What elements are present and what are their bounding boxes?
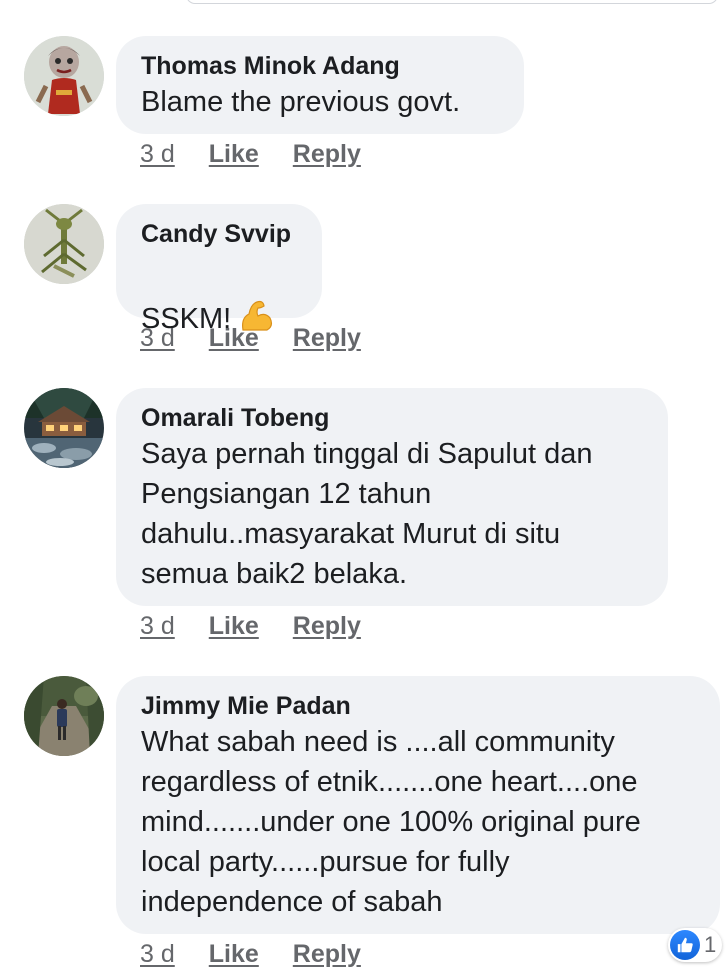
- comment-bubble: Thomas Minok Adang Blame the previous go…: [116, 36, 524, 134]
- comment-bubble: Jimmy Mie Padan What sabah need is ....a…: [116, 676, 720, 934]
- comment-timestamp[interactable]: 3 d: [140, 612, 175, 641]
- previous-comment-bubble-edge: [186, 0, 718, 4]
- like-button[interactable]: Like: [209, 324, 259, 353]
- comment-actions: 3 d Like Reply: [140, 612, 361, 641]
- reply-button[interactable]: Reply: [293, 140, 361, 169]
- avatar[interactable]: [24, 204, 104, 284]
- mantis-avatar-image: [24, 204, 104, 284]
- like-button[interactable]: Like: [209, 140, 259, 169]
- avatar[interactable]: [24, 388, 104, 468]
- reaction-summary[interactable]: 1: [668, 928, 723, 962]
- comment-author[interactable]: Omarali Tobeng: [141, 402, 644, 434]
- lodge-by-river-avatar-image: [24, 388, 104, 468]
- avatar[interactable]: [24, 36, 104, 116]
- reply-button[interactable]: Reply: [293, 324, 361, 353]
- reply-button[interactable]: Reply: [293, 612, 361, 641]
- comment-timestamp[interactable]: 3 d: [140, 324, 175, 353]
- comment-author[interactable]: Jimmy Mie Padan: [141, 690, 696, 722]
- puppet-figure-avatar-image: [24, 36, 104, 116]
- comment-bubble: Omarali Tobeng Saya pernah tinggal di Sa…: [116, 388, 668, 606]
- avatar[interactable]: [24, 676, 104, 756]
- comment-actions: 3 d Like Reply: [140, 940, 361, 969]
- comment-actions: 3 d Like Reply: [140, 324, 361, 353]
- comment-timestamp[interactable]: 3 d: [140, 140, 175, 169]
- comment-text: What sabah need is ....all community reg…: [141, 726, 641, 918]
- reply-button[interactable]: Reply: [293, 940, 361, 969]
- comment-actions: 3 d Like Reply: [140, 140, 361, 169]
- comment-text: Blame the previous govt.: [141, 86, 461, 118]
- comment-author[interactable]: Thomas Minok Adang: [141, 50, 500, 82]
- reaction-count: 1: [704, 932, 717, 957]
- like-button[interactable]: Like: [209, 940, 259, 969]
- thumbs-up-icon: [670, 930, 700, 960]
- person-on-trail-avatar-image: [24, 676, 104, 756]
- like-button[interactable]: Like: [209, 612, 259, 641]
- comment-author[interactable]: Candy Svvip: [141, 218, 298, 250]
- comment-timestamp[interactable]: 3 d: [140, 940, 175, 969]
- comment-text: Saya pernah tinggal di Sapulut dan Pengs…: [141, 438, 593, 590]
- comment-bubble: Candy Svvip SSKM!: [116, 204, 322, 335]
